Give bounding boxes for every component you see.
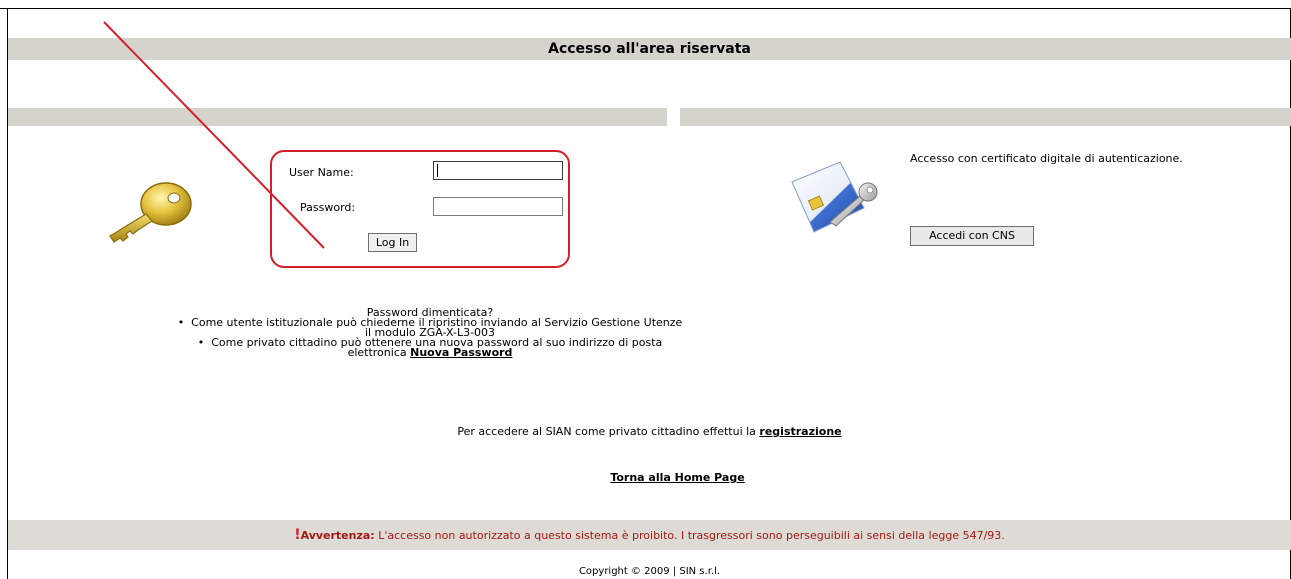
registration-link[interactable]: registrazione — [759, 425, 841, 438]
login-button[interactable]: Log In — [368, 233, 417, 252]
key-icon — [109, 182, 192, 243]
certificate-description: Accesso con certificato digitale di aute… — [910, 152, 1183, 165]
forgot-password-section: Password dimenticata? • Come utente isti… — [170, 307, 690, 359]
forgot-item2-line2: elettronica Nuova Password — [170, 346, 690, 359]
warning-label: Avvertenza: — [300, 529, 375, 542]
password-label: Password: — [300, 201, 356, 214]
username-input[interactable] — [433, 161, 563, 180]
page-title: Accesso all'area riservata — [8, 38, 1291, 60]
login-section-header — [8, 108, 667, 126]
home-page-link[interactable]: Torna alla Home Page — [610, 471, 744, 484]
registration-text: Per accedere al SIAN come privato cittad… — [457, 425, 756, 438]
window-left-border — [7, 8, 8, 579]
forgot-item2-prefix: elettronica — [347, 346, 407, 359]
home-link-row: Torna alla Home Page — [8, 471, 1291, 484]
new-password-link[interactable]: Nuova Password — [410, 346, 512, 359]
certificate-section-header — [680, 108, 1291, 126]
annotation-arrow — [103, 21, 325, 249]
username-label: User Name: — [289, 166, 354, 179]
registration-line: Per accedere al SIAN come privato cittad… — [8, 425, 1291, 438]
smart-card-icon — [791, 161, 878, 233]
copyright-footer: Copyright © 2009 | SIN s.r.l. — [578, 566, 721, 577]
window-top-border — [0, 0, 1291, 9]
text-caret — [437, 164, 438, 177]
warning-banner: !Avvertenza: L'accesso non autorizzato a… — [8, 520, 1291, 550]
warning-text: L'accesso non autorizzato a questo siste… — [378, 529, 1005, 542]
cns-login-button[interactable]: Accedi con CNS — [910, 226, 1034, 246]
password-input[interactable] — [433, 197, 563, 216]
